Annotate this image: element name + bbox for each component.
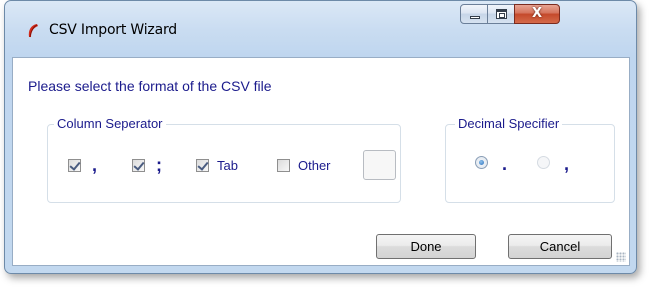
minimize-icon [470, 16, 480, 19]
resize-grip[interactable] [616, 252, 626, 262]
decimal-specifier-group: Decimal Specifier . , [445, 116, 615, 203]
semicolon-separator-checkbox[interactable] [132, 159, 145, 172]
dialog-window: CSV Import Wizard X Please select the fo… [4, 0, 637, 274]
other-separator-label[interactable]: Other [298, 158, 331, 173]
decimal-dot-radio[interactable] [475, 156, 488, 169]
column-separator-legend: Column Seperator [54, 116, 166, 132]
comma-separator-checkbox[interactable] [68, 159, 81, 172]
other-separator-checkbox[interactable] [277, 159, 290, 172]
semicolon-separator-symbol: ; [156, 155, 162, 175]
decimal-comma-symbol: , [564, 154, 570, 174]
maximize-button[interactable] [487, 4, 515, 24]
decimal-dot-symbol: . [502, 154, 508, 174]
instruction-text: Please select the format of the CSV file [28, 78, 272, 94]
close-icon: X [531, 6, 543, 21]
tab-separator-label[interactable]: Tab [217, 158, 238, 173]
tab-separator-checkbox[interactable] [196, 159, 209, 172]
maximize-icon [496, 9, 507, 19]
minimize-button[interactable] [460, 4, 488, 24]
cancel-button[interactable]: Cancel [508, 234, 612, 259]
comma-separator-symbol: , [92, 155, 98, 175]
other-separator-input[interactable] [363, 150, 396, 180]
decimal-specifier-legend: Decimal Specifier [455, 116, 563, 132]
column-separator-group: Column Seperator , ; Tab Other [47, 116, 401, 203]
red-feather-icon [28, 24, 38, 38]
title-bar[interactable]: CSV Import Wizard X [5, 1, 636, 57]
close-button[interactable]: X [514, 4, 560, 24]
window-title: CSV Import Wizard [49, 22, 177, 38]
dialog-content: Please select the format of the CSV file… [12, 57, 630, 266]
decimal-comma-radio[interactable] [537, 156, 550, 169]
done-button[interactable]: Done [376, 234, 476, 259]
